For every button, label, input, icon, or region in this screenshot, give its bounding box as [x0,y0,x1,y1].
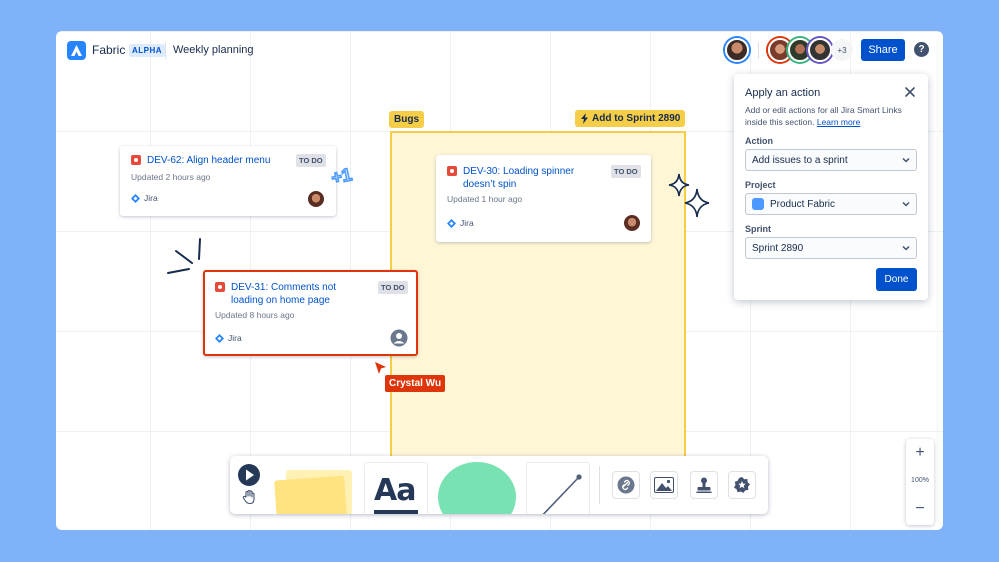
sticky-note-tool-icon[interactable] [272,466,354,514]
action-select[interactable]: Add issues to a sprint [745,149,917,171]
card-title[interactable]: DEV-30: Loading spinner doesn’t spin [463,165,598,191]
bug-icon [131,155,141,165]
creation-toolbar: Aa [230,456,768,514]
close-icon[interactable] [904,86,916,98]
card-title[interactable]: DEV-31: Comments not loading on home pag… [231,281,356,307]
card-source-label: Jira [460,218,474,228]
sticker-icon [734,477,750,493]
jira-icon [131,193,140,203]
toolbar-divider [599,466,600,504]
shape-tool-button[interactable] [438,462,516,514]
bug-icon [447,166,457,176]
lightning-icon [581,113,588,124]
chevron-down-icon [902,157,910,163]
collaborator-cursor-icon [375,362,386,374]
text-tool-underline [374,510,418,514]
card-source-label: Jira [228,333,242,343]
reaction-label: +1 [329,164,353,188]
avatar-divider [758,42,759,59]
assignee-avatar[interactable] [624,215,640,231]
card-source: Jira [447,218,474,228]
project-icon [752,198,764,210]
smart-link-tool-button[interactable] [612,471,640,499]
select-tool-button[interactable] [238,464,260,486]
assignee-avatar[interactable] [308,191,324,207]
chevron-down-icon [902,201,910,207]
card-source: Jira [131,193,158,203]
emphasis-lines-icon [167,238,201,274]
unassigned-user-icon[interactable] [390,329,408,347]
zoom-out-button[interactable]: − [906,497,934,521]
jira-icon [215,333,224,343]
card-source: Jira [215,333,242,343]
board-title[interactable]: Weekly planning [173,44,254,56]
current-user-avatar[interactable] [725,38,749,62]
bug-icon [215,282,225,292]
status-badge: TO DO [378,281,408,294]
project-select[interactable]: Product Fabric [745,193,917,215]
panel-description: Add or edit actions for all Jira Smart L… [745,105,920,128]
section-action-tag[interactable]: Add to Sprint 2890 [575,110,686,127]
hand-tool-icon[interactable] [241,489,257,505]
jira-icon [447,218,456,228]
status-badge: TO DO [296,154,326,167]
zoom-controls: + 100% − [906,439,934,525]
share-button[interactable]: Share [861,39,905,61]
help-icon[interactable]: ? [914,42,929,57]
sprint-select[interactable]: Sprint 2890 [745,237,917,259]
link-icon [617,476,635,494]
jira-card-selected[interactable]: DEV-31: Comments not loading on home pag… [203,270,418,356]
more-collaborators-count[interactable]: +3 [831,39,853,61]
app-window: Fabric ALPHA Weekly planning +3 Share ? … [56,31,943,530]
section-action-label: Add to Sprint 2890 [592,113,681,124]
text-tool-label: Aa [374,473,416,508]
project-select-value: Product Fabric [770,198,836,210]
collaborator-cursor-label: Crystal Wu [385,375,446,392]
collaborator-avatar[interactable] [808,38,832,62]
section-label[interactable]: Bugs [389,111,424,128]
app-name: Fabric [92,43,126,57]
sticker-tool-button[interactable] [728,471,756,499]
chevron-down-icon [902,245,910,251]
zoom-in-button[interactable]: + [906,441,934,465]
sparkle-icon [668,173,710,218]
card-title[interactable]: DEV-62: Align header menu [147,154,270,167]
stamp-tool-button[interactable] [690,471,718,499]
status-badge: TO DO [611,165,641,178]
action-label: Action [745,136,773,146]
header-divider [165,42,166,59]
learn-more-link[interactable]: Learn more [817,117,860,127]
project-label: Project [745,180,776,190]
jira-card[interactable]: DEV-30: Loading spinner doesn’t spin TO … [436,155,651,242]
text-tool-button[interactable]: Aa [364,462,428,514]
done-button[interactable]: Done [876,268,917,291]
sprint-label: Sprint [745,224,771,234]
panel-title: Apply an action [745,87,821,99]
apply-action-panel: Apply an action Add or edit actions for … [734,74,928,300]
image-tool-button[interactable] [650,471,678,499]
card-updated: Updated 2 hours ago [131,172,211,182]
sprint-select-value: Sprint 2890 [752,242,804,254]
action-select-value: Add issues to a sprint [752,154,848,166]
image-icon [654,477,674,493]
alpha-badge: ALPHA [129,44,166,57]
zoom-level: 100% [911,477,929,484]
card-updated: Updated 8 hours ago [215,310,295,320]
top-bar: Fabric ALPHA Weekly planning +3 Share ? [56,31,943,71]
fabric-logo-icon[interactable] [67,41,86,60]
card-source-label: Jira [144,193,158,203]
jira-card[interactable]: DEV-62: Align header menu TO DO Updated … [120,146,336,216]
pointer-icon [246,469,254,481]
plus-one-reaction-icon: +1 [329,163,355,188]
stamp-icon [696,477,712,493]
line-icon [542,474,582,514]
card-updated: Updated 1 hour ago [447,194,523,204]
connector-tool-button[interactable] [526,462,590,514]
